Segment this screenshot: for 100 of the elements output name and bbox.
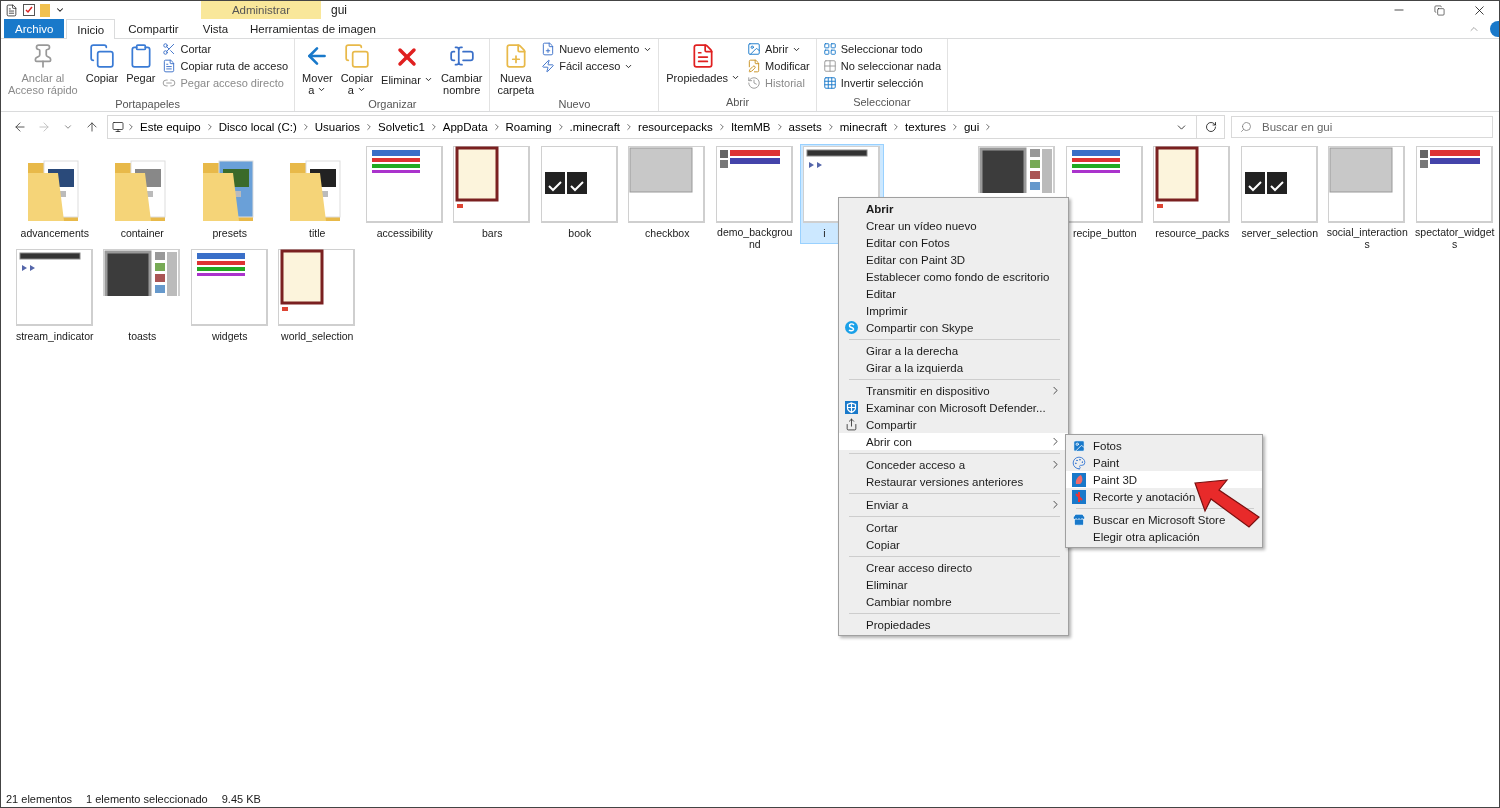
- ribbon-tab[interactable]: Inicio: [66, 19, 116, 39]
- file-tile[interactable]: checkbox: [625, 144, 710, 244]
- menu-item[interactable]: Paint: [1066, 454, 1262, 471]
- menu-item[interactable]: Editar: [839, 285, 1068, 302]
- breadcrumb[interactable]: assets: [786, 121, 824, 133]
- ribbon-button[interactable]: Eliminar: [378, 41, 436, 98]
- breadcrumb[interactable]: AppData: [440, 121, 490, 133]
- menu-item[interactable]: Copiar: [839, 536, 1068, 553]
- file-name: world_selection: [281, 330, 354, 342]
- menu-item[interactable]: Restaurar versiones anteriores: [839, 473, 1068, 490]
- photos-icon: [1072, 439, 1086, 453]
- grid-icon: [822, 59, 837, 73]
- file-tile[interactable]: title: [275, 144, 360, 244]
- checkbox-icon[interactable]: [23, 4, 35, 16]
- menu-item[interactable]: Crear acceso directo: [839, 559, 1068, 576]
- menu-item[interactable]: Conceder acceso a: [839, 456, 1068, 473]
- ribbon-button[interactable]: Nueva carpeta: [494, 41, 538, 98]
- menu-item[interactable]: Eliminar: [839, 576, 1068, 593]
- file-tile[interactable]: toasts: [100, 247, 185, 347]
- help-icon[interactable]: [1490, 20, 1499, 37]
- menu-item[interactable]: Imprimir: [839, 302, 1068, 319]
- shield-icon: [845, 401, 858, 414]
- ribbon-button[interactable]: No seleccionar nada: [820, 58, 944, 74]
- ribbon-button[interactable]: Copiar a: [337, 41, 377, 98]
- menu-item[interactable]: Cambiar nombre: [839, 593, 1068, 610]
- ribbon-button[interactable]: Mover a: [299, 41, 336, 98]
- file-name: accessibility: [376, 227, 433, 239]
- file-menu-button[interactable]: Archivo: [4, 19, 65, 38]
- breadcrumb[interactable]: Usuarios: [312, 121, 363, 133]
- caret-icon[interactable]: [55, 5, 65, 15]
- file-tile[interactable]: server_selection: [1237, 144, 1322, 244]
- menu-item[interactable]: Fotos: [1066, 437, 1262, 454]
- file-name: title: [309, 227, 326, 239]
- ribbon-button[interactable]: Propiedades: [663, 41, 744, 96]
- ribbon-button[interactable]: Fácil acceso: [539, 58, 655, 74]
- file-tile[interactable]: accessibility: [362, 144, 447, 244]
- menu-item[interactable]: Enviar a: [839, 496, 1068, 513]
- file-name: advancements: [20, 227, 89, 239]
- ribbon-tab[interactable]: Vista: [191, 19, 240, 38]
- file-tile[interactable]: resource_packs: [1150, 144, 1235, 244]
- breadcrumb[interactable]: ItemMB: [728, 121, 773, 133]
- menu-item[interactable]: Abrir con: [839, 433, 1068, 450]
- menu-item[interactable]: Compartir: [839, 416, 1068, 433]
- file-name: spectator_widget s: [1415, 226, 1495, 250]
- ribbon-button[interactable]: Pegar: [123, 41, 159, 98]
- search-field[interactable]: Buscar en gui: [1231, 116, 1493, 138]
- copy-icon: [343, 43, 370, 69]
- caret-icon: [317, 85, 327, 94]
- menu-item[interactable]: Propiedades: [839, 616, 1068, 633]
- file-tile[interactable]: presets: [187, 144, 272, 244]
- menu-item[interactable]: Recorte y anotación: [1066, 488, 1262, 505]
- status-text: 21 elementos: [6, 793, 73, 805]
- breadcrumb[interactable]: Este equipo: [138, 121, 203, 133]
- ribbon-button[interactable]: Seleccionar todo: [820, 41, 944, 57]
- breadcrumb[interactable]: Disco local (C:): [216, 121, 299, 133]
- file-tile[interactable]: bars: [450, 144, 535, 244]
- ribbon-button[interactable]: Cambiar nombre: [437, 41, 486, 98]
- edit-icon: [747, 59, 762, 73]
- text-cursor-icon: [448, 43, 475, 69]
- menu-item[interactable]: Compartir con Skype: [839, 319, 1068, 336]
- ribbon-button[interactable]: Nuevo elemento: [539, 41, 655, 57]
- menu-item[interactable]: Transmitir en dispositivo: [839, 382, 1068, 399]
- copy-icon: [88, 43, 115, 69]
- file-tile[interactable]: world_selection: [275, 247, 360, 347]
- menu-item[interactable]: Cortar: [839, 519, 1068, 536]
- file-tile[interactable]: advancements: [12, 144, 97, 244]
- breadcrumb[interactable]: Solvetic1: [376, 121, 427, 133]
- menu-item[interactable]: Editar con Paint 3D: [839, 251, 1068, 268]
- ribbon-button[interactable]: Cortar: [160, 41, 291, 57]
- address-bar[interactable]: Este equipo Disco local (C:) Usuarios Solvetic1 AppData Roaming .minecraft resourcepacks ItemMB assets minecraft textures gui: [107, 115, 1225, 139]
- ribbon-button[interactable]: Copiar: [82, 41, 122, 98]
- breadcrumb[interactable]: Roaming: [503, 121, 554, 133]
- menu-item[interactable]: Elegir otra aplicación: [1066, 528, 1262, 545]
- window-title: gui: [330, 2, 348, 19]
- file-tile[interactable]: stream_indicator: [12, 247, 97, 347]
- group-label: Organizar: [367, 98, 418, 112]
- breadcrumb[interactable]: resourcepacks: [636, 121, 715, 133]
- ribbon-tab[interactable]: Herramientas de imagen: [243, 19, 383, 38]
- group-label: Portapapeles: [114, 98, 181, 112]
- document-icon[interactable]: [5, 3, 18, 17]
- breadcrumb[interactable]: gui: [961, 121, 982, 133]
- ribbon-tab[interactable]: Compartir: [117, 19, 190, 38]
- menu-item[interactable]: Girar a la izquierda: [839, 359, 1068, 376]
- breadcrumb[interactable]: minecraft: [837, 121, 890, 133]
- palette-icon: [1072, 456, 1086, 470]
- ribbon-button[interactable]: Abrir: [745, 41, 812, 57]
- breadcrumb[interactable]: textures: [903, 121, 948, 133]
- ribbon-button[interactable]: Modificar: [745, 58, 812, 74]
- caret-icon: [63, 122, 73, 132]
- ribbon-button[interactable]: Invertir selección: [820, 75, 944, 91]
- file-tile[interactable]: book: [537, 144, 622, 244]
- file-tile[interactable]: widgets: [187, 247, 272, 347]
- file-name: bars: [482, 227, 503, 239]
- menu-item[interactable]: Examinar con Microsoft Defender...: [839, 399, 1068, 416]
- breadcrumb[interactable]: .minecraft: [567, 121, 623, 133]
- menu-item[interactable]: Establecer como fondo de escritorio: [839, 268, 1068, 285]
- menu-item[interactable]: Girar a la derecha: [839, 342, 1068, 359]
- ribbon-button[interactable]: Copiar ruta de acceso: [160, 58, 291, 74]
- file-tile[interactable]: container: [100, 144, 185, 244]
- menu-item[interactable]: Paint 3D: [1066, 471, 1262, 488]
